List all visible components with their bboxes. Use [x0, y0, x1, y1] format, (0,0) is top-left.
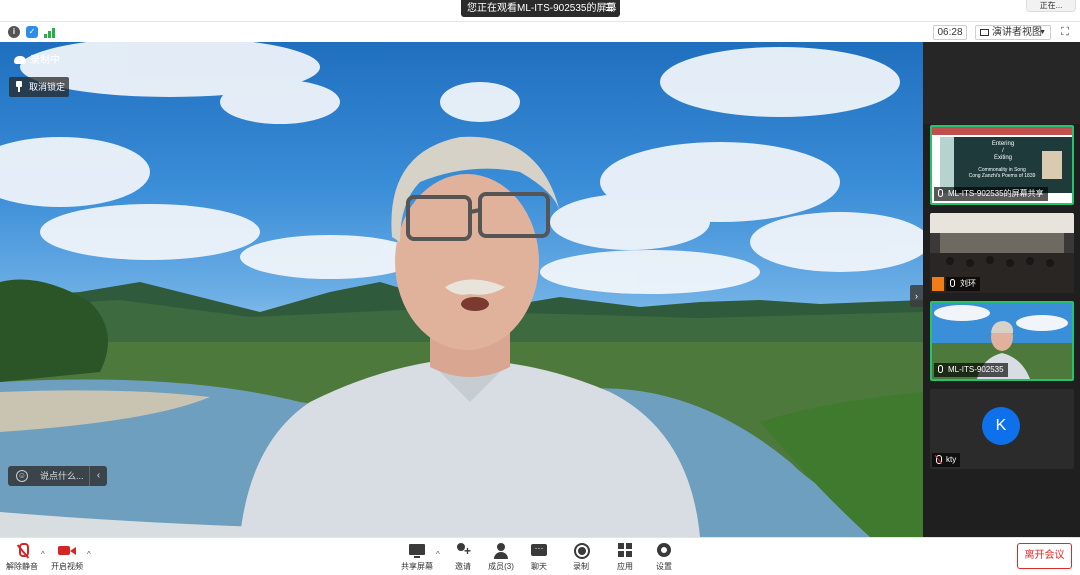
muted-microphone-icon	[935, 455, 942, 464]
meeting-timer: 06:28	[933, 25, 967, 40]
video-options-chevron-icon[interactable]: ^	[87, 550, 91, 559]
speaker-view-button[interactable]: 演讲者视图 ▼	[975, 25, 1051, 40]
quick-chat-placeholder: 说点什么...	[40, 471, 84, 481]
recording-indicator: 录制中	[14, 54, 60, 68]
chat-button[interactable]: 聊天	[527, 542, 551, 574]
settings-button[interactable]: 设置	[652, 542, 676, 574]
slide-title: Entering / Exiting	[991, 141, 1015, 161]
share-screen-icon	[408, 542, 426, 560]
unpin-video-button[interactable]: 取消锁定	[9, 77, 69, 97]
members-label: 成员(3)	[488, 562, 514, 571]
add-user-icon	[454, 542, 472, 560]
participant-gallery: Entering / Exiting Commonality in Song C…	[923, 42, 1080, 537]
share-options-chevron-icon[interactable]: ^	[436, 550, 440, 559]
settings-label: 设置	[656, 562, 672, 571]
gallery-spacer	[923, 42, 1080, 124]
viewing-label: 您正在观看ML-ITS-902535的屏幕	[467, 3, 617, 14]
apps-icon	[616, 542, 634, 560]
unmute-label: 解除静音	[6, 562, 38, 571]
chevron-down-icon: ▼	[1039, 29, 1046, 36]
avatar: K	[982, 407, 1020, 445]
invite-label: 邀请	[455, 562, 471, 571]
microphone-icon	[938, 365, 943, 373]
invite-button[interactable]: 邀请	[451, 542, 475, 574]
participant-name: ML-ITS-902535的屏幕共享	[948, 189, 1044, 198]
participant-tile-liu-huan[interactable]: 刘环	[930, 213, 1074, 293]
participant-name-label: ML-ITS-902535	[934, 363, 1008, 377]
apps-label: 应用	[617, 562, 633, 571]
leave-meeting-button[interactable]: 离开会议	[1017, 543, 1072, 569]
apps-button[interactable]: 应用	[613, 542, 637, 574]
viewing-banner[interactable]: 您正在观看ML-ITS-902535的屏幕 ☰	[461, 0, 620, 17]
participant-tile-screen-share[interactable]: Entering / Exiting Commonality in Song C…	[930, 125, 1074, 205]
gear-icon	[655, 542, 673, 560]
speaker-view-icon	[980, 29, 989, 36]
audio-options-chevron-icon[interactable]: ^	[41, 550, 45, 559]
participant-name: 刘环	[960, 279, 976, 288]
members-button[interactable]: 成员(3)	[486, 542, 516, 574]
info-icon[interactable]: i	[8, 26, 20, 38]
muted-microphone-icon	[14, 542, 30, 560]
cloud-icon	[14, 56, 26, 64]
meeting-control-bar: 解除静音 ^ 开启视频 ^ 共享屏幕 ^ 邀请 成员(3) 聊天 录制	[0, 537, 1080, 575]
pin-icon	[16, 81, 22, 92]
list-menu-icon[interactable]: ☰	[605, 0, 614, 17]
members-icon	[492, 542, 510, 560]
microphone-icon	[950, 279, 955, 287]
meeting-toolbar: i ✓ 06:28 演讲者视图 ▼ ⛶	[0, 22, 1080, 42]
speaker-view-label: 演讲者视图	[992, 27, 1042, 38]
record-label: 录制	[573, 562, 589, 571]
chat-label: 聊天	[531, 562, 547, 571]
user-icon	[932, 277, 944, 291]
title-strip: 您正在观看ML-ITS-902535的屏幕 ☰ 正在...	[0, 0, 1080, 22]
video-off-icon	[57, 542, 77, 560]
share-screen-label: 共享屏幕	[401, 562, 433, 571]
participant-tile-speaker[interactable]: ML-ITS-902535	[930, 301, 1074, 381]
speaker-video[interactable]: 录制中 取消锁定 ☺ 说点什么... ‹	[0, 42, 923, 537]
start-video-label: 开启视频	[51, 562, 83, 571]
microphone-icon	[938, 189, 943, 197]
unpin-label: 取消锁定	[29, 82, 66, 92]
participant-name: ML-ITS-902535	[948, 365, 1004, 374]
meeting-window: 您正在观看ML-ITS-902535的屏幕 ☰ 正在... i ✓ 06:28 …	[0, 0, 1080, 575]
fullscreen-icon[interactable]: ⛶	[1059, 26, 1071, 38]
participant-tile-kty[interactable]: K kty	[930, 389, 1074, 469]
participant-name: kty	[946, 455, 957, 464]
share-screen-button[interactable]: 共享屏幕	[400, 542, 434, 574]
chat-icon	[530, 542, 548, 560]
video-scene	[0, 42, 923, 537]
signal-bars-icon[interactable]	[44, 26, 58, 38]
participant-name-label: ML-ITS-902535的屏幕共享	[934, 187, 1048, 201]
start-video-button[interactable]: 开启视频	[50, 542, 84, 574]
shield-icon[interactable]: ✓	[26, 26, 38, 38]
emoji-icon[interactable]: ☺	[16, 470, 28, 482]
unmute-button[interactable]: 解除静音	[6, 542, 38, 574]
participant-name-label: 刘环	[946, 277, 980, 291]
participant-name-label: kty	[932, 453, 961, 467]
recording-label: 录制中	[30, 55, 60, 66]
record-icon	[572, 542, 590, 560]
quick-chat-input[interactable]: ☺ 说点什么... ‹	[8, 466, 107, 486]
slide-caption: Commonality in Song Cong Zanzhi's Poems …	[968, 167, 1036, 179]
collapse-gallery-icon[interactable]: ›	[910, 285, 923, 307]
corner-status-button[interactable]: 正在...	[1026, 0, 1076, 12]
collapse-chat-icon[interactable]: ‹	[89, 466, 107, 486]
record-button[interactable]: 录制	[569, 542, 593, 574]
